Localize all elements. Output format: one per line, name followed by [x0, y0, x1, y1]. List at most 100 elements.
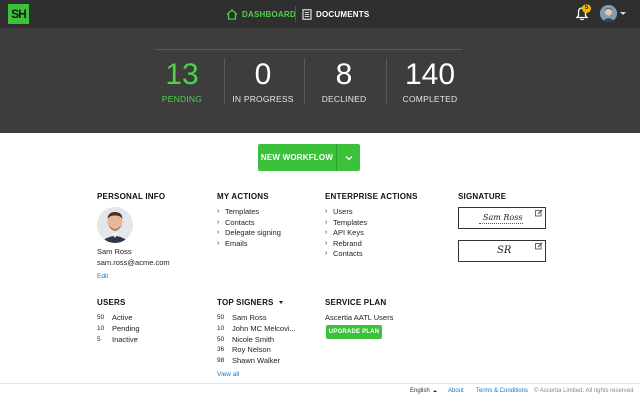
- enterprise-action-users[interactable]: › Users: [325, 207, 418, 218]
- footer-terms-link[interactable]: Terms & Conditions: [476, 388, 528, 394]
- my-action-contacts[interactable]: › Contacts: [217, 218, 281, 229]
- enterprise-actions-section: ENTERPRISE ACTIONS › Users › Templates › AP…: [325, 192, 418, 260]
- personal-info-section: PERSONAL INFO: [97, 192, 165, 201]
- chevron-down-icon[interactable]: [620, 12, 626, 15]
- stat-declined-label: DECLINED: [321, 94, 367, 104]
- signature-box[interactable]: Sam Ross: [458, 207, 546, 229]
- app-logo[interactable]: SH: [8, 4, 29, 24]
- stat-pending[interactable]: 13 PENDING: [152, 58, 212, 104]
- top-signer-row[interactable]: 10 John MC Melcovi...: [217, 324, 296, 335]
- my-action-label: Emails: [225, 238, 248, 248]
- user-photo-icon: [600, 5, 617, 22]
- my-action-templates[interactable]: › Templates: [217, 207, 281, 218]
- avatar: [97, 207, 133, 243]
- new-workflow-label: NEW WORKFLOW: [260, 153, 334, 162]
- footer-about-link[interactable]: About: [448, 388, 464, 394]
- stat-divider: [386, 58, 387, 104]
- signature-section: SIGNATURE: [458, 192, 506, 201]
- users-row-pending[interactable]: 10 Pending: [97, 324, 140, 335]
- nav-dashboard[interactable]: DASHBOARD: [226, 0, 296, 28]
- my-action-delegate-signing[interactable]: › Delegate signing: [217, 228, 281, 239]
- caret-up-icon: [432, 390, 437, 392]
- users-row-active[interactable]: 50 Active: [97, 313, 140, 324]
- home-icon: [226, 8, 238, 20]
- stat-completed-label: COMPLETED: [402, 94, 458, 104]
- initials-box[interactable]: SR: [458, 240, 546, 262]
- edit-icon[interactable]: [535, 242, 543, 250]
- service-plan-name: Ascertia AATL Users: [325, 313, 394, 322]
- chevron-right-icon: ›: [325, 218, 328, 226]
- profile-email: sam.ross@acme.com: [97, 258, 170, 267]
- new-workflow-dropdown[interactable]: [337, 155, 360, 161]
- top-signer-row[interactable]: 36 Roy Nelson: [217, 345, 296, 356]
- users-status: Active: [112, 313, 133, 322]
- chevron-right-icon: ›: [325, 208, 328, 215]
- enterprise-action-label: Contacts: [333, 249, 363, 258]
- footer-copyright: © Ascertia Limited. All rights reserved: [534, 388, 634, 394]
- upgrade-plan-button[interactable]: UPGRADE PLAN: [326, 325, 382, 339]
- enterprise-action-templates[interactable]: › Templates: [325, 218, 418, 229]
- my-action-emails[interactable]: › Emails: [217, 239, 281, 250]
- signer-name: John MC Melcovi...: [232, 323, 296, 333]
- service-plan-section: SERVICE PLAN Ascertia AATL Users: [325, 298, 393, 322]
- edit-profile-link[interactable]: Edit: [97, 273, 108, 280]
- stats-panel: 13 PENDING 0 IN PROGRESS 8 DECLINED 140 …: [0, 28, 640, 133]
- my-actions-heading: MY ACTIONS: [217, 192, 269, 201]
- stat-pending-value: 13: [165, 58, 199, 91]
- nav-documents[interactable]: DOCUMENTS: [302, 0, 369, 28]
- my-action-label: Delegate signing: [225, 228, 281, 237]
- signature-text: Sam Ross: [483, 213, 523, 222]
- chevron-right-icon: ›: [325, 250, 328, 257]
- profile-photo-icon: [97, 207, 133, 243]
- chevron-right-icon: ›: [217, 218, 220, 226]
- users-section: USERS 50 Active 10 Pending 5 Inactive: [97, 298, 140, 345]
- signature-underline: [479, 223, 523, 224]
- enterprise-action-contacts[interactable]: › Contacts: [325, 249, 418, 260]
- enterprise-action-label: Templates: [333, 217, 368, 227]
- chevron-right-icon: ›: [217, 208, 220, 215]
- top-signers-heading: TOP SIGNERS: [217, 298, 274, 307]
- top-signer-row[interactable]: 98 Shawn Walker: [217, 356, 296, 367]
- signer-name: Roy Nelson: [232, 345, 271, 355]
- enterprise-actions-heading: ENTERPRISE ACTIONS: [325, 192, 418, 201]
- new-workflow-button[interactable]: NEW WORKFLOW: [258, 144, 360, 171]
- edit-icon[interactable]: [535, 209, 543, 217]
- users-heading: USERS: [97, 298, 126, 307]
- view-all-link[interactable]: View all: [217, 371, 239, 378]
- enterprise-actions-list: › Users › Templates › API Keys › Rebrand › Co…: [325, 207, 418, 260]
- chevron-right-icon: ›: [325, 229, 328, 236]
- my-action-label: Contacts: [225, 217, 255, 227]
- service-plan-heading: SERVICE PLAN: [325, 298, 387, 307]
- enterprise-action-label: Rebrand: [333, 238, 362, 248]
- user-avatar-menu[interactable]: [600, 5, 617, 22]
- chevron-right-icon: ›: [217, 229, 220, 236]
- personal-info-heading: PERSONAL INFO: [97, 192, 166, 201]
- top-signers-section: TOP SIGNERS 50 Sam Ross 10 John MC Melcovi…: [217, 298, 296, 367]
- enterprise-action-rebrand[interactable]: › Rebrand: [325, 239, 418, 250]
- top-signers-header[interactable]: TOP SIGNERS: [217, 298, 296, 307]
- stat-declined-value: 8: [335, 58, 353, 91]
- stat-in-progress[interactable]: 0 IN PROGRESS: [228, 58, 298, 104]
- signer-count: 50: [217, 335, 225, 343]
- users-status: Pending: [112, 323, 140, 333]
- notification-badge: 5: [582, 4, 591, 13]
- users-row-inactive[interactable]: 5 Inactive: [97, 335, 140, 346]
- signer-count: 98: [217, 357, 225, 365]
- signer-name: Nicole Smith: [232, 334, 275, 344]
- users-count: 5: [97, 335, 101, 343]
- language-selector[interactable]: English: [410, 388, 437, 394]
- signature-heading: SIGNATURE: [458, 192, 507, 201]
- enterprise-action-api-keys[interactable]: › API Keys: [325, 228, 418, 239]
- footer-divider: [0, 383, 640, 384]
- document-icon: [302, 8, 312, 20]
- stat-declined[interactable]: 8 DECLINED: [314, 58, 374, 104]
- stat-completed[interactable]: 140 COMPLETED: [395, 58, 465, 104]
- top-signer-row[interactable]: 50 Nicole Smith: [217, 335, 296, 346]
- top-signer-row[interactable]: 50 Sam Ross: [217, 313, 296, 324]
- language-label: English: [410, 388, 430, 394]
- nav-documents-label: DOCUMENTS: [316, 9, 370, 19]
- chevron-right-icon: ›: [325, 239, 328, 247]
- users-count: 10: [97, 324, 105, 332]
- users-list: 50 Active 10 Pending 5 Inactive: [97, 313, 140, 345]
- signer-count: 10: [217, 324, 225, 332]
